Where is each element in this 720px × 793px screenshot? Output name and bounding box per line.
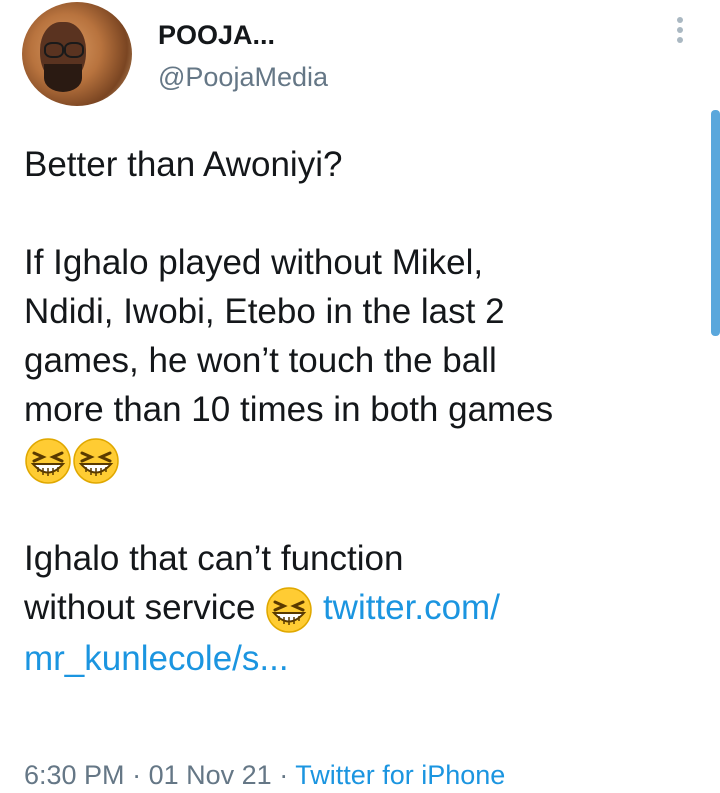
avatar-glasses-right xyxy=(64,42,84,58)
grinning-squinting-face-emoji xyxy=(266,586,312,633)
tweet-line: Better than Awoniyi? xyxy=(24,145,343,184)
tweet-date[interactable]: 01 Nov 21 xyxy=(149,760,272,790)
tweet-link[interactable]: mr_kunlecole/s... xyxy=(24,634,704,683)
avatar-glasses-left xyxy=(44,42,64,58)
more-options-icon[interactable] xyxy=(672,14,688,46)
tweet-line-with-link: without service twitter.com/ xyxy=(24,583,704,634)
scrollbar[interactable] xyxy=(711,110,720,336)
meta-separator: · xyxy=(279,760,289,790)
tweet-line: more than 10 times in both games xyxy=(24,390,554,429)
tweet-line: If Ighalo played without Mikel, xyxy=(24,243,484,282)
tweet-source[interactable]: Twitter for iPhone xyxy=(295,760,505,790)
avatar-beard xyxy=(44,64,82,92)
tweet-link[interactable]: twitter.com/ xyxy=(323,588,500,627)
emoji-row xyxy=(24,434,704,485)
tweet-line: games, he won’t touch the ball xyxy=(24,341,497,380)
tweet-body: Better than Awoniyi? If Ighalo played wi… xyxy=(24,140,704,683)
author-name[interactable]: POOJA... xyxy=(158,20,275,51)
grinning-squinting-face-emoji xyxy=(25,438,71,484)
tweet-time[interactable]: 6:30 PM xyxy=(24,760,125,790)
meta-separator: · xyxy=(132,760,142,790)
tweet-line: Ighalo that can’t function xyxy=(24,538,404,578)
author-avatar[interactable] xyxy=(22,2,132,106)
tweet-meta: 6:30 PM · 01 Nov 21 · Twitter for iPhone xyxy=(24,760,505,791)
tweet-line: Ndidi, Iwobi, Etebo in the last 2 xyxy=(24,292,505,331)
tweet-text: without service xyxy=(24,587,256,627)
grinning-squinting-face-emoji xyxy=(73,438,119,484)
author-handle[interactable]: @PoojaMedia xyxy=(158,62,328,93)
